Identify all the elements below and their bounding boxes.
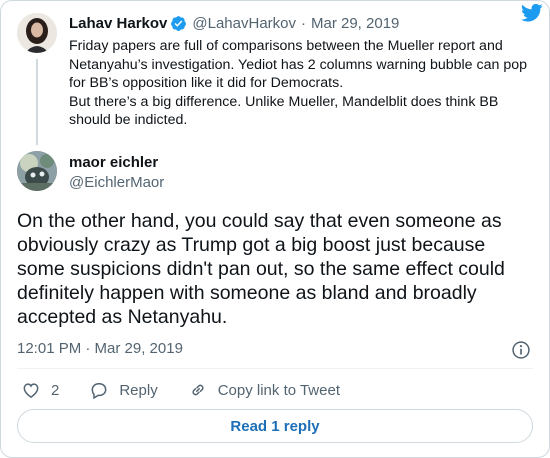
actions-divider — [17, 368, 533, 369]
parent-tweet-date[interactable]: Mar 29, 2019 — [311, 15, 399, 32]
like-count: 2 — [51, 381, 60, 399]
like-button[interactable]: 2 — [21, 380, 59, 400]
parent-author-handle[interactable]: @LahavHarkov — [192, 15, 296, 32]
main-author-name[interactable]: maor eichler — [69, 153, 164, 173]
reply-label: Reply — [119, 381, 158, 399]
separator-dot: · — [301, 14, 306, 32]
twitter-bird-icon[interactable] — [521, 3, 543, 23]
parent-author-name[interactable]: Lahav Harkov — [69, 15, 167, 32]
main-author-handle[interactable]: @EichlerMaor — [69, 173, 164, 193]
tweet-embed-card: Lahav Harkov @LahavHarkov · Mar 29, 2019… — [0, 0, 550, 458]
parent-tweet-text: Friday papers are full of comparisons be… — [69, 37, 539, 130]
link-icon — [192, 384, 204, 396]
parent-text-line: Friday papers are full of comparisons be… — [69, 38, 527, 91]
verified-badge-icon — [171, 15, 187, 31]
main-tweet-text: On the other hand, you could say that ev… — [17, 210, 505, 328]
main-tweet-header[interactable]: maor eichler @EichlerMaor — [69, 153, 164, 193]
reply-button[interactable]: Reply — [89, 380, 158, 400]
main-author-avatar[interactable] — [17, 151, 57, 191]
heart-icon — [23, 383, 39, 398]
info-icon[interactable] — [511, 340, 531, 360]
reply-bubble-icon — [91, 383, 107, 400]
copy-link-button[interactable]: Copy link to Tweet — [188, 380, 340, 400]
parent-author-avatar[interactable] — [17, 13, 57, 53]
thread-connector-line — [36, 59, 38, 145]
copy-link-label: Copy link to Tweet — [217, 381, 340, 399]
parent-text-line: But there’s a big difference. Unlike Mue… — [69, 93, 499, 129]
tweet-timestamp[interactable]: 12:01 PM · Mar 29, 2019 — [17, 340, 183, 357]
read-replies-button[interactable]: Read 1 reply — [17, 409, 533, 443]
tweet-actions-bar: 2 Reply Copy link to Tweet — [21, 379, 370, 401]
